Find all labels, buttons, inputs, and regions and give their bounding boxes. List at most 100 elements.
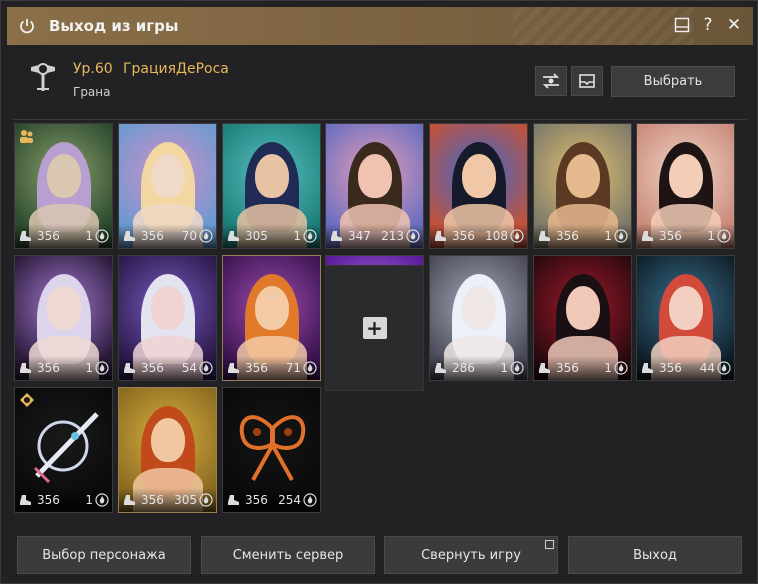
character-level-value: 356 — [37, 229, 60, 243]
character-level: Ур.60 — [73, 61, 113, 77]
character-stats: 356 108 — [430, 224, 527, 248]
character-stats: 305 1 — [223, 224, 320, 248]
portrait-face — [566, 154, 600, 198]
footer-actions: Выбор персонажа Сменить сервер Свернуть … — [17, 536, 743, 576]
character-energy-value: 71 — [285, 361, 301, 375]
storage-button[interactable] — [571, 66, 603, 96]
character-card[interactable]: 356 1 — [533, 123, 632, 249]
character-stats: 356 71 — [223, 356, 320, 380]
select-button[interactable]: Выбрать — [611, 66, 735, 97]
character-level-value: 356 — [245, 361, 268, 375]
energy-icon — [95, 361, 109, 375]
character-card[interactable]: 356 1 — [14, 387, 113, 513]
boot-icon — [538, 230, 552, 242]
character-card[interactable]: 356 71 — [222, 255, 321, 381]
character-energy-value: 1 — [604, 361, 612, 375]
minimize-window-icon[interactable] — [673, 15, 691, 35]
boot-icon — [227, 230, 241, 242]
close-icon[interactable]: ✕ — [725, 15, 743, 35]
character-level-value: 286 — [452, 361, 475, 375]
energy-icon — [510, 229, 524, 243]
portrait-face — [151, 418, 185, 462]
portrait-face — [462, 154, 496, 198]
character-stats: 356 1 — [637, 224, 734, 248]
character-card[interactable]: 305 1 — [222, 123, 321, 249]
swap-characters-button[interactable] — [535, 66, 567, 96]
character-stats: 356 1 — [15, 224, 112, 248]
character-card[interactable]: 356 44 — [636, 255, 735, 381]
energy-icon — [199, 229, 213, 243]
character-header: Ур.60 ГрацияДеРоса Грана Выбрать — [21, 57, 741, 111]
character-card[interactable]: 356 1 — [14, 123, 113, 249]
character-card[interactable]: 286 1 — [429, 255, 528, 381]
character-card[interactable]: 356 1 — [14, 255, 113, 381]
boot-icon — [123, 362, 137, 374]
minimize-game-button[interactable]: Свернуть игру — [384, 536, 558, 574]
character-card[interactable]: 356 1 — [533, 255, 632, 381]
character-select-button[interactable]: Выбор персонажа — [17, 536, 191, 574]
boot-icon — [19, 362, 33, 374]
character-stats: 356 70 — [119, 224, 216, 248]
character-card[interactable]: 356 254 — [222, 387, 321, 513]
energy-icon — [614, 361, 628, 375]
character-card[interactable]: 356 54 — [118, 255, 217, 381]
character-stats: 356 1 — [15, 356, 112, 380]
character-level-value: 356 — [245, 493, 268, 507]
boot-icon — [227, 362, 241, 374]
portrait-face — [669, 286, 703, 330]
change-server-button[interactable]: Сменить сервер — [201, 536, 375, 574]
plus-icon: + — [362, 316, 387, 340]
character-card[interactable]: 356 305 — [118, 387, 217, 513]
portrait-face — [47, 154, 81, 198]
energy-icon — [717, 229, 731, 243]
energy-icon — [717, 361, 731, 375]
divider — [13, 119, 747, 120]
character-stats: 347 213 — [326, 224, 423, 248]
character-energy-value: 1 — [604, 229, 612, 243]
character-energy-value: 1 — [85, 229, 93, 243]
boot-icon — [123, 230, 137, 242]
help-icon[interactable]: ? — [699, 15, 717, 35]
character-energy-value: 1 — [85, 493, 93, 507]
energy-icon — [303, 229, 317, 243]
portrait-face — [358, 154, 392, 198]
portrait-face — [566, 286, 600, 330]
character-energy-value: 54 — [181, 361, 197, 375]
energy-icon — [95, 229, 109, 243]
boot-icon — [641, 230, 655, 242]
character-energy-value: 1 — [293, 229, 301, 243]
character-energy-value: 108 — [485, 229, 508, 243]
energy-icon — [303, 361, 317, 375]
energy-icon — [95, 493, 109, 507]
character-energy-value: 1 — [85, 361, 93, 375]
character-stats: 356 1 — [15, 488, 112, 512]
energy-icon — [303, 493, 317, 507]
character-card[interactable]: 347 213 — [325, 123, 424, 249]
boot-icon — [19, 494, 33, 506]
portrait-face — [151, 154, 185, 198]
boot-icon — [641, 362, 655, 374]
character-stats: 356 1 — [534, 356, 631, 380]
title-actions: ? ✕ — [673, 15, 743, 35]
character-energy-value: 1 — [500, 361, 508, 375]
character-energy-value: 213 — [381, 229, 404, 243]
character-level-value: 356 — [141, 229, 164, 243]
add-character-slot[interactable]: + — [325, 265, 424, 391]
exit-button[interactable]: Выход — [568, 536, 742, 574]
character-card[interactable]: 356 108 — [429, 123, 528, 249]
character-level-value: 305 — [245, 229, 268, 243]
boot-icon — [19, 230, 33, 242]
boot-icon — [538, 362, 552, 374]
character-energy-value: 1 — [707, 229, 715, 243]
boot-icon — [434, 230, 448, 242]
exit-game-window: Выход из игры ? ✕ Ур.60 ГрацияДеРоса Гра… — [0, 0, 758, 584]
server-name: Грана — [73, 85, 111, 99]
character-card[interactable]: 356 70 — [118, 123, 217, 249]
boot-icon — [434, 362, 448, 374]
character-card[interactable]: 356 1 — [636, 123, 735, 249]
window-title: Выход из игры — [49, 17, 179, 35]
tray-corner-icon — [545, 540, 554, 549]
boot-icon — [227, 494, 241, 506]
energy-icon — [199, 493, 213, 507]
boot-icon — [330, 230, 344, 242]
